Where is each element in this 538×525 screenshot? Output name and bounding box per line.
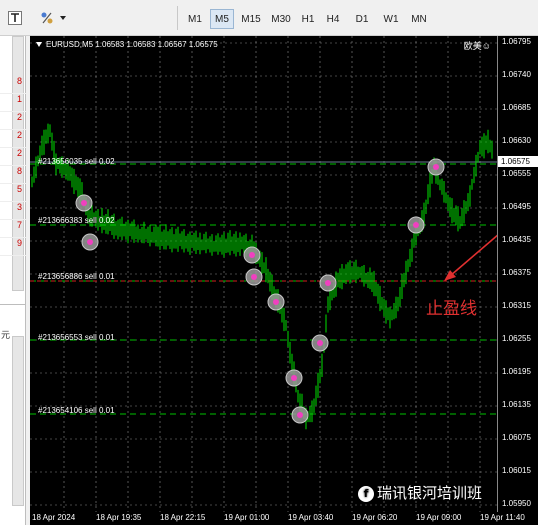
trade-marker-dot — [273, 299, 279, 305]
timeframe-d1-button[interactable]: D1 — [351, 9, 373, 29]
timeframe-m5-button[interactable]: M5 — [210, 9, 234, 29]
panel-value: 7 — [0, 220, 26, 238]
trade-marker-dot — [87, 239, 93, 245]
price-label: 1.06015 — [502, 466, 531, 475]
panel-value: 3 — [0, 202, 26, 220]
order-label-4: #213656553 sell 0.01 — [38, 333, 115, 342]
chart-title: EURUSD,M5 1.06583 1.06583 1.06567 1.0657… — [36, 40, 218, 49]
time-label: 19 Apr 06:20 — [352, 513, 398, 522]
watermark-text: 瑞讯银河培训班 — [377, 484, 483, 502]
panel-divider — [0, 304, 25, 305]
panel-value: 5 — [0, 184, 26, 202]
price-label: 1.06435 — [502, 235, 531, 244]
time-axis: 18 Apr 2024 18 Apr 19:35 18 Apr 22:15 19… — [30, 512, 538, 525]
panel-value: 8 — [0, 76, 26, 94]
order-label-5: #213654106 sell 0.01 — [38, 406, 115, 415]
watermark: f 瑞讯银河培训班 — [358, 482, 482, 503]
order-label-2: #213666383 sell 0.02 — [38, 216, 115, 225]
panel-lower-text: 元 — [1, 330, 11, 340]
time-label: 18 Apr 19:35 — [96, 513, 142, 522]
price-label: 1.05950 — [502, 499, 531, 508]
price-label: 1.06795 — [502, 37, 531, 46]
timeframe-w1-button[interactable]: W1 — [379, 9, 403, 29]
timeframe-m30-button[interactable]: M30 — [267, 9, 295, 29]
take-profit-annotation: 止盈线 — [426, 299, 477, 319]
timeframe-h4-button[interactable]: H4 — [322, 9, 344, 29]
panel-value: 9 — [0, 238, 26, 256]
objects-menu-icon[interactable] — [38, 9, 68, 27]
time-label: 19 Apr 03:40 — [288, 513, 334, 522]
trade-marker-dot — [291, 375, 297, 381]
trade-marker-dot — [81, 200, 87, 206]
chart-corner-text: 欧美☺ — [463, 41, 491, 51]
watermark-logo-icon: f — [358, 485, 374, 502]
price-axis: 1.06795 1.06740 1.06685 1.06630 1.06575 … — [497, 36, 538, 512]
price-label: 1.06315 — [502, 301, 531, 310]
panel-value: 2 — [0, 130, 26, 148]
timeframe-m1-button[interactable]: M1 — [183, 9, 207, 29]
trade-marker-dot — [433, 164, 439, 170]
price-label: 1.06255 — [502, 334, 531, 343]
toolbar: M1 M5 M15 M30 H1 H4 D1 W1 MN — [0, 0, 538, 36]
time-label: 19 Apr 01:00 — [224, 513, 270, 522]
market-watch-panel: 8 1 2 2 2 8 5 3 7 9 元 — [0, 36, 26, 525]
trade-marker-dot — [249, 252, 255, 258]
price-label: 1.06740 — [502, 70, 531, 79]
time-label: 19 Apr 09:00 — [416, 513, 462, 522]
text-tool-icon[interactable] — [8, 9, 22, 27]
price-label: 1.06685 — [502, 103, 531, 112]
panel-value: 2 — [0, 112, 26, 130]
trade-marker-dot — [297, 412, 303, 418]
price-label: 1.06075 — [502, 433, 531, 442]
price-label: 1.06555 — [502, 169, 531, 178]
price-label: 1.06135 — [502, 400, 531, 409]
trade-marker-dot — [251, 274, 257, 280]
trade-marker-dot — [325, 280, 331, 286]
panel-value: 8 — [0, 166, 26, 184]
panel-scrollbar-lower[interactable] — [12, 336, 24, 506]
time-label: 18 Apr 2024 — [32, 513, 76, 522]
price-chart[interactable]: EURUSD,M5 1.06583 1.06583 1.06567 1.0657… — [30, 36, 497, 512]
current-price-tag: 1.06575 — [498, 156, 538, 167]
panel-value: 1 — [0, 94, 26, 112]
timeframe-m15-button[interactable]: M15 — [237, 9, 265, 29]
trade-marker-dot — [413, 222, 419, 228]
time-label: 19 Apr 11:40 — [480, 513, 525, 522]
price-label: 1.06495 — [502, 202, 531, 211]
annotation-arrow — [449, 234, 497, 277]
timeframe-mn-button[interactable]: MN — [406, 9, 432, 29]
order-label-1: #213656035 sell 0.02 — [38, 157, 115, 166]
trade-marker-dot — [317, 340, 323, 346]
price-label: 1.06630 — [502, 136, 531, 145]
panel-value: 2 — [0, 148, 26, 166]
price-label: 1.06195 — [502, 367, 531, 376]
order-label-3: #213656886 sell 0.01 — [38, 272, 115, 281]
timeframe-h1-button[interactable]: H1 — [297, 9, 319, 29]
price-label: 1.06375 — [502, 268, 531, 277]
time-label: 18 Apr 22:15 — [160, 513, 206, 522]
toolbar-separator — [177, 6, 178, 30]
